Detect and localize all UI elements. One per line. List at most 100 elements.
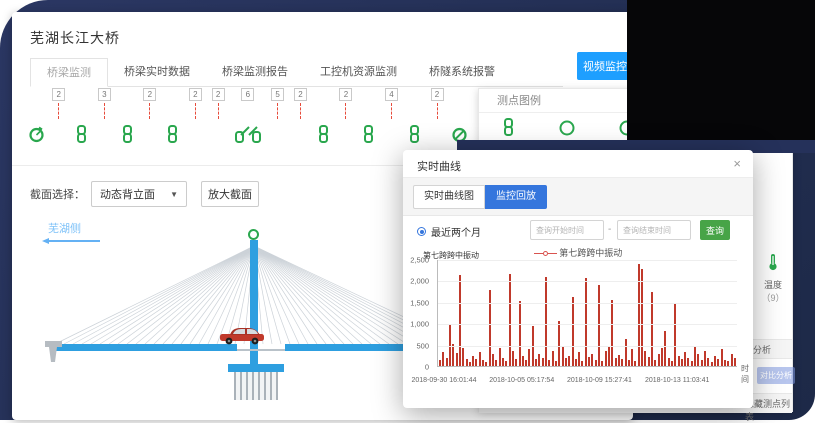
vibration-bar [714, 356, 716, 366]
compare-analysis-button[interactable]: 对比分析 [757, 367, 795, 384]
vibration-bar [499, 348, 501, 366]
vibration-bar [548, 360, 550, 366]
gridline [438, 281, 737, 282]
close-icon[interactable]: × [733, 156, 741, 171]
sensor-marker-row: 23222652242 [28, 88, 468, 154]
circle-sensor-icon [558, 117, 576, 137]
link-icon [408, 125, 421, 148]
link-icon [317, 125, 330, 148]
sensor-marker-link[interactable] [406, 88, 422, 148]
y-axis-tick: 0 [425, 363, 429, 372]
dashed-line [437, 103, 438, 119]
y-axis-tick: 1,500 [410, 298, 429, 307]
sensor-count-badge: 6 [241, 88, 254, 101]
query-row: 最近两个月 - 查询 [403, 220, 753, 244]
sensor-marker-link[interactable] [165, 88, 181, 148]
vibration-bar [492, 354, 494, 366]
sensor-count-badge: 2 [189, 88, 202, 101]
sensor-marker-dash[interactable]: 2 [429, 88, 445, 148]
legend-item-temperature[interactable]: 温度 （9） [751, 253, 795, 304]
vibration-bar [568, 356, 570, 366]
vibration-bar [578, 352, 580, 366]
y-axis-tick: 2,000 [410, 277, 429, 286]
video-monitor-button[interactable]: 视频监控 [577, 52, 633, 80]
sensor-marker-dash[interactable]: 2 [292, 88, 308, 148]
vibration-bar [439, 360, 441, 366]
query-start-time-input[interactable] [530, 220, 604, 240]
bridge-pier-cap [228, 364, 284, 372]
y-axis-tick: 2,500 [410, 256, 429, 265]
vibration-bar [664, 331, 666, 366]
vibration-bar [648, 357, 650, 366]
vibration-bar [687, 358, 689, 366]
sensor-marker-link[interactable] [361, 88, 377, 148]
dialog-header: 实时曲线 × [403, 150, 753, 178]
vibration-bar [538, 354, 540, 366]
sensor-marker-ban[interactable] [452, 88, 468, 148]
sensor-marker-dash[interactable]: 2 [187, 88, 203, 148]
main-tab-1[interactable]: 桥梁实时数据 [108, 58, 206, 87]
gridline [438, 260, 737, 261]
vibration-bar [475, 359, 477, 366]
sensor-count-badge: 2 [143, 88, 156, 101]
vibration-bar [641, 269, 643, 366]
search-button[interactable]: 查询 [700, 220, 730, 240]
main-tab-4[interactable]: 桥隧系统报警 [413, 58, 511, 87]
dialog-tabbar: 实时曲线图 监控回放 [403, 178, 753, 216]
vibration-bar [721, 349, 723, 366]
query-end-time-input[interactable] [617, 220, 691, 240]
background-window [627, 0, 815, 147]
vibration-bar [684, 352, 686, 366]
bridge-deck-joint [237, 349, 285, 351]
bridge-piles [234, 372, 278, 400]
y-axis-tick: 500 [417, 341, 430, 350]
dashed-line [149, 103, 150, 119]
sensor-marker-dash[interactable]: 2 [338, 88, 354, 148]
sensor-marker-link2[interactable]: 6 [233, 88, 263, 148]
vibration-bar [615, 358, 617, 366]
vibration-bar [694, 347, 696, 366]
section-controls: 截面选择： 动态背立面 ▼ 放大截面 [30, 180, 259, 208]
sensor-marker-link[interactable] [119, 88, 135, 148]
vibration-bar [598, 285, 600, 366]
sensor-marker-dash[interactable]: 2 [51, 88, 67, 148]
vibration-bar [525, 360, 527, 366]
link-sensor-icon [501, 117, 516, 137]
vibration-chart: 2,5002,0001,5001,00050002018-09-30 16:01… [437, 260, 737, 367]
main-tab-0[interactable]: 桥梁监测 [30, 58, 108, 87]
main-tab-3[interactable]: 工控机资源监测 [304, 58, 413, 87]
dashed-line [345, 103, 346, 119]
sensor-count-badge: 5 [271, 88, 284, 101]
sensor-marker-dash[interactable]: 5 [270, 88, 286, 148]
gridline [438, 324, 737, 325]
zoom-section-button[interactable]: 放大截面 [201, 181, 259, 207]
vibration-bar [625, 339, 627, 366]
sensor-marker-dash[interactable]: 4 [383, 88, 399, 148]
sensor-count-badge: 4 [385, 88, 398, 101]
bridge-abutment [44, 338, 64, 364]
tab-playback[interactable]: 监控回放 [485, 185, 547, 209]
vibration-bar [495, 360, 497, 366]
link-icon [121, 125, 134, 148]
vibration-bar [456, 353, 458, 366]
last-two-months-radio[interactable]: 最近两个月 [417, 224, 481, 239]
vibration-bar [562, 347, 564, 366]
main-tab-2[interactable]: 桥梁监测报告 [206, 58, 304, 87]
sensor-marker-dash[interactable]: 2 [142, 88, 158, 148]
vibration-bar [572, 297, 574, 366]
tower-top-sensor-icon[interactable] [248, 229, 259, 240]
main-tabbar: 桥梁监测桥梁实时数据桥梁监测报告工控机资源监测桥隧系统报警 [30, 58, 563, 87]
sensor-marker-link[interactable] [74, 88, 90, 148]
gridline [438, 346, 737, 347]
section-select-label: 截面选择： [30, 186, 85, 202]
sensor-marker-gauge[interactable] [28, 88, 44, 148]
sensor-marker-dash[interactable]: 2 [210, 88, 226, 148]
section-select[interactable]: 动态背立面 ▼ [91, 181, 187, 207]
x-axis-tick: 2018-10-05 05:17:54 [489, 377, 554, 384]
vibration-bar [595, 360, 597, 366]
vibration-bar [618, 355, 620, 366]
sensor-marker-dash[interactable]: 3 [96, 88, 112, 148]
vibration-bar [707, 358, 709, 366]
sensor-marker-link[interactable] [315, 88, 331, 148]
tab-realtime-curve[interactable]: 实时曲线图 [413, 185, 485, 209]
